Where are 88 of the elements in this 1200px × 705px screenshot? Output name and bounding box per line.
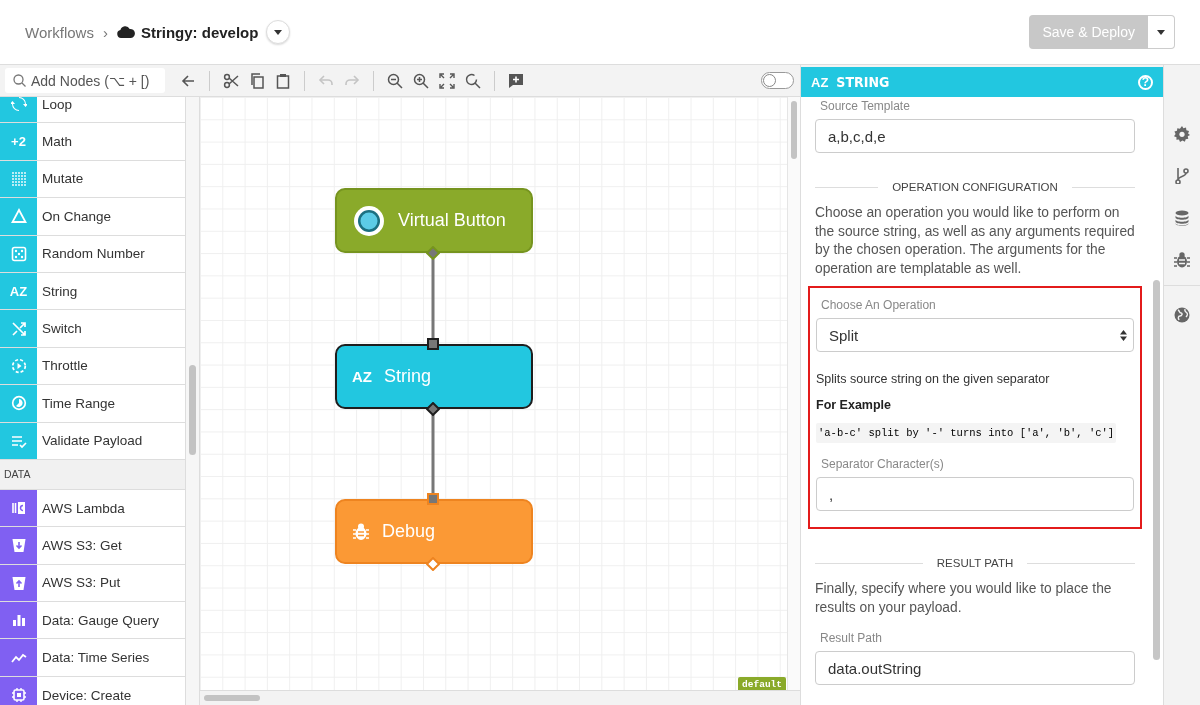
- palette-item[interactable]: Data: Time Series: [0, 639, 186, 677]
- scrollbar-thumb[interactable]: [204, 695, 260, 701]
- clock-icon: [10, 395, 27, 412]
- scrollbar[interactable]: [787, 97, 800, 691]
- branch-icon: [1174, 168, 1190, 184]
- scrollbar[interactable]: [186, 97, 199, 705]
- toggle-switch[interactable]: [761, 72, 794, 89]
- scrollbar-thumb[interactable]: [791, 101, 797, 159]
- field-label: Choose An Operation: [821, 298, 937, 312]
- back-arrow-icon: [180, 72, 196, 89]
- text-field[interactable]: ,: [816, 477, 1134, 511]
- category-header: DATA: [0, 459, 186, 490]
- node-label: Debug: [382, 521, 436, 542]
- shuffle-icon: [10, 320, 27, 337]
- triangle-icon: [10, 208, 27, 225]
- dot-grid-icon: [10, 170, 27, 187]
- scrollbar[interactable]: [200, 690, 800, 705]
- field-label: Result Path: [820, 631, 884, 645]
- input-port[interactable]: [427, 493, 439, 505]
- deploy-menu-button[interactable]: [1148, 15, 1175, 49]
- palette-item[interactable]: Validate Payload: [0, 422, 186, 460]
- cloud-icon: [116, 26, 135, 38]
- output-port[interactable]: [426, 402, 440, 416]
- text-field[interactable]: a,b,c,d,e: [815, 119, 1135, 153]
- bucket-download-icon: [10, 537, 27, 554]
- palette-item[interactable]: Loop: [0, 97, 186, 124]
- palette-item[interactable]: On Change: [0, 198, 186, 236]
- zoom-reset-icon: [465, 72, 481, 89]
- node-type-icon: AZ: [9, 283, 28, 299]
- caret-icon: [274, 29, 283, 35]
- panel-title: STRING: [836, 74, 890, 90]
- palette-item[interactable]: Time Range: [0, 385, 186, 423]
- string-icon: AZ: [811, 74, 829, 90]
- palette-item[interactable]: Random Number: [0, 235, 186, 273]
- scrollbar-thumb[interactable]: [1153, 280, 1160, 660]
- example-heading: For Example: [816, 398, 893, 412]
- palette-item[interactable]: Switch: [0, 310, 186, 348]
- palette-item[interactable]: AWS S3: Put: [0, 564, 186, 603]
- chip-icon: [10, 687, 27, 704]
- palette-item[interactable]: Data: Gauge Query: [0, 602, 186, 640]
- palette-item[interactable]: Throttle: [0, 347, 186, 386]
- copy-icon: [249, 72, 265, 89]
- node-type-icon: +2: [11, 134, 26, 150]
- comment-add-icon: [508, 72, 524, 89]
- scissors-icon: [223, 72, 239, 89]
- bar-chart-icon: [10, 612, 27, 629]
- operation-description: Splits source string on the given separator: [816, 372, 1051, 386]
- workflow-menu-button[interactable]: [266, 20, 291, 44]
- input-port[interactable]: [427, 338, 439, 350]
- description-text: Choose an operation you would like to perform on the source string, as well as any arguments required by the chosen operation. The arguments for the operation are templatable as well.: [815, 204, 1135, 278]
- settings-icon: [1174, 126, 1190, 142]
- palette-item[interactable]: AZ String: [0, 272, 186, 311]
- palette-item[interactable]: +2 Math: [0, 123, 186, 161]
- globe-icon: [1174, 307, 1190, 323]
- breadcrumb-separator: ›: [102, 23, 108, 41]
- text-field[interactable]: data.outString: [815, 651, 1135, 685]
- radio-button-icon: [352, 203, 386, 238]
- palette-item[interactable]: Mutate: [0, 160, 186, 199]
- section-heading: OPERATION CONFIGURATION: [892, 181, 1058, 193]
- scrollbar-thumb[interactable]: [189, 365, 197, 455]
- breadcrumb-link[interactable]: Workflows: [25, 23, 94, 41]
- field-label: Separator Character(s): [821, 457, 945, 471]
- node-label: Virtual Button: [398, 210, 506, 231]
- palette-item[interactable]: AWS Lambda: [0, 489, 186, 528]
- description-text: Finally, specify where you would like to place the results on your payload.: [815, 580, 1113, 617]
- section-heading: RESULT PATH: [936, 557, 1014, 569]
- add-nodes-search[interactable]: Add Nodes (⌥ + [): [5, 68, 165, 93]
- zoom-in-icon: [413, 72, 429, 89]
- workflow-title: Stringy: develop: [140, 23, 259, 41]
- sort-arrows-icon: [1120, 329, 1127, 341]
- node-label: String: [384, 366, 432, 387]
- zoom-out-icon: [387, 72, 403, 89]
- search-icon: [13, 74, 26, 87]
- dashed-play-icon: [10, 357, 27, 374]
- string-icon: AZ: [352, 368, 372, 385]
- bug-icon: [352, 522, 370, 541]
- bucket-upload-icon: [10, 574, 27, 591]
- caret-icon: [1157, 29, 1165, 35]
- dice-icon: [10, 245, 27, 262]
- field-label: Source Template: [820, 99, 911, 113]
- operation-select[interactable]: Split: [816, 318, 1134, 352]
- bug-icon: [1174, 252, 1190, 268]
- palette-item[interactable]: AWS S3: Get: [0, 527, 186, 565]
- database-icon: [1174, 210, 1190, 226]
- lambda-icon: [10, 500, 27, 517]
- clipboard-icon: [275, 72, 291, 89]
- code-example: 'a-b-c' split by '-' turns into ['a', 'b', 'c']: [816, 423, 1117, 443]
- fit-screen-icon: [439, 72, 455, 89]
